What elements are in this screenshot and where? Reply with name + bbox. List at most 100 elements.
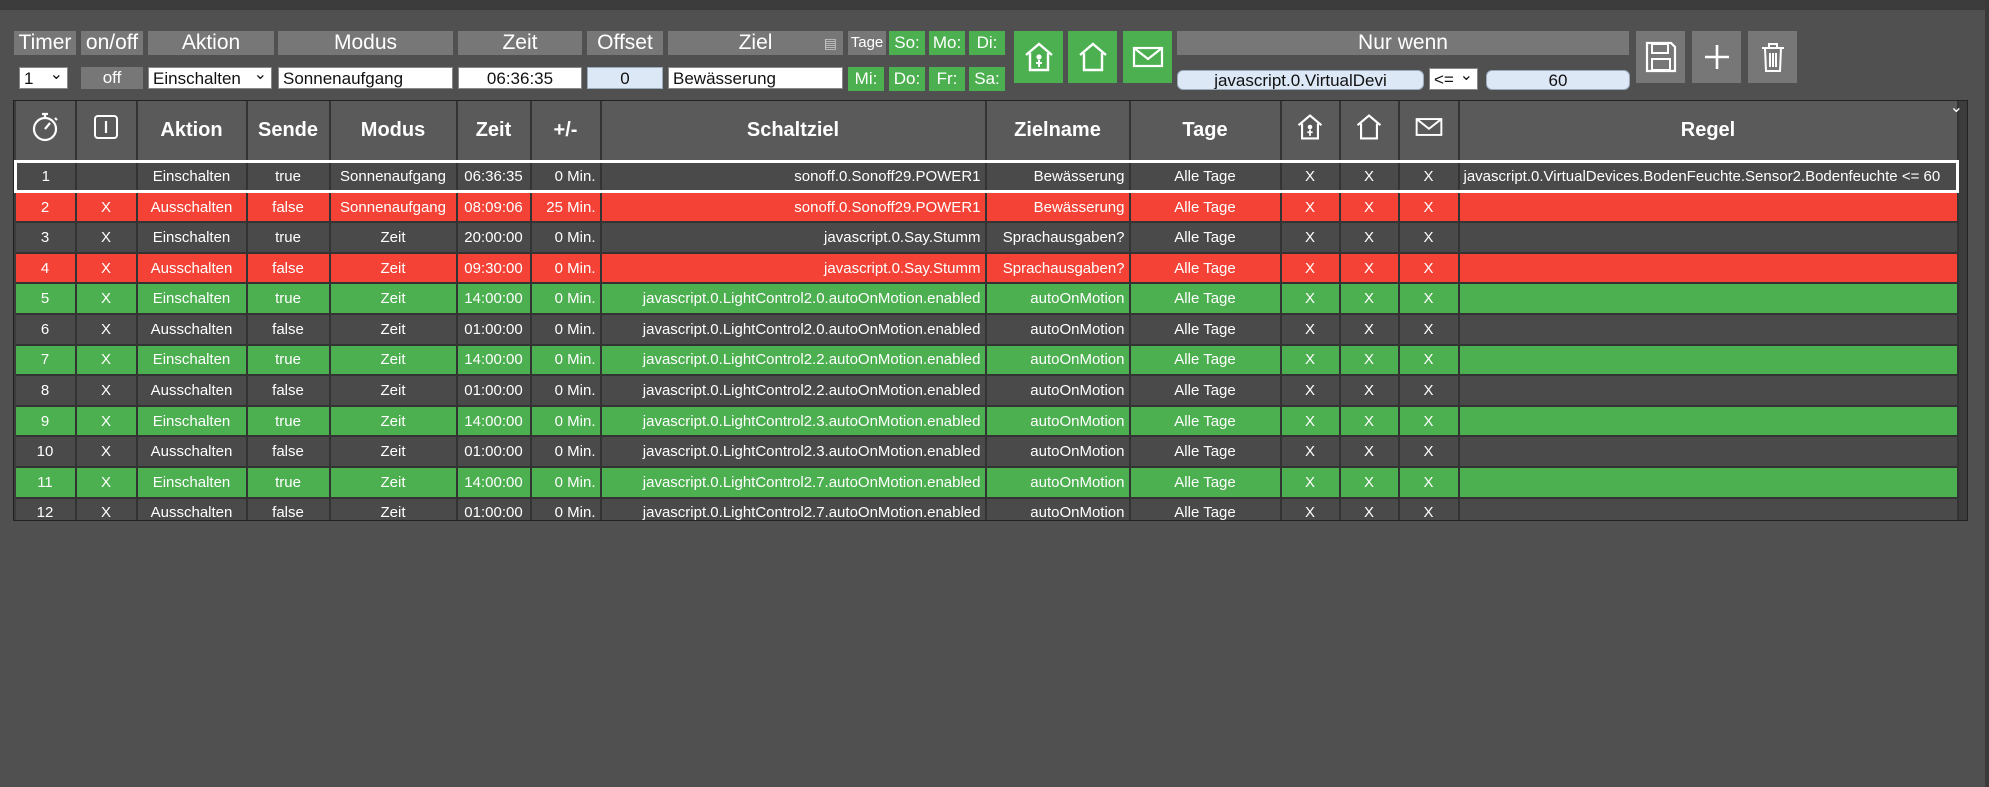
delete-button[interactable]	[1748, 31, 1797, 83]
table-cell: X	[1339, 497, 1400, 520]
day-fr-button[interactable]: Fr:	[929, 67, 965, 91]
table-cell: Alle Tage	[1129, 222, 1282, 254]
mail-icon	[1415, 118, 1442, 137]
col-offset: +/-	[530, 101, 602, 161]
table-cell: 20:00:00	[456, 222, 532, 254]
table-cell: Alle Tage	[1129, 497, 1282, 520]
table-cell: Alle Tage	[1129, 313, 1282, 346]
table-cell: X	[1339, 405, 1400, 438]
timer-header: Timer	[14, 31, 76, 55]
col-onoff	[75, 101, 138, 161]
table-cell: 0 Min.	[530, 313, 602, 346]
day-di-button[interactable]: Di:	[969, 31, 1005, 55]
table-cell: X	[75, 313, 138, 346]
table-cell: 01:00:00	[456, 313, 532, 346]
table-cell: javascript.0.LightControl2.2.autoOnMotio…	[600, 344, 987, 377]
table-cell: X	[75, 405, 138, 438]
operator-select-value: <=	[1434, 70, 1454, 89]
table-row[interactable]: 2 X Ausschalten false Sonnenaufgang 08:09:06 2…	[15, 191, 1959, 224]
table-cell: 0 Min.	[530, 466, 602, 499]
table-cell: X	[1280, 222, 1341, 254]
home-button[interactable]	[1068, 31, 1117, 83]
table-row[interactable]: 4 X Ausschalten false Zeit 09:30:00 0 Min. java…	[15, 252, 1959, 285]
aktion-select[interactable]: Einschalten	[148, 67, 272, 89]
day-so-button[interactable]: So:	[889, 31, 925, 55]
timer-select-value: 1	[24, 69, 34, 88]
table-cell: autoOnMotion	[985, 344, 1131, 377]
operator-select[interactable]: <=	[1429, 68, 1478, 90]
compare-value-input[interactable]: 60	[1486, 70, 1630, 90]
table-cell: Ausschalten	[136, 497, 248, 520]
home-person-button[interactable]	[1014, 31, 1063, 83]
table-cell: 14:00:00	[456, 344, 532, 377]
table-cell: X	[1398, 313, 1460, 346]
col-schaltziel: Schaltziel	[600, 101, 987, 161]
table-cell: X	[1280, 191, 1341, 224]
col-mail	[1398, 101, 1460, 161]
table-cell: javascript.0.LightControl2.0.autoOnMotio…	[600, 313, 987, 346]
table-cell: Einschalten	[136, 159, 248, 194]
list-icon[interactable]: ▤	[824, 31, 837, 55]
onoff-header: on/off	[81, 31, 143, 55]
timer-select[interactable]: 1	[19, 67, 68, 89]
table-cell: X	[75, 436, 138, 468]
table-row[interactable]: 5 X Einschalten true Zeit 14:00:00 0 Min. javas…	[15, 283, 1959, 315]
save-button[interactable]	[1636, 31, 1685, 83]
table-row[interactable]: 10 X Ausschalten false Zeit 01:00:00 0 Min. jav…	[15, 436, 1959, 468]
table-cell	[1458, 405, 1959, 438]
nur-wenn-field[interactable]: javascript.0.VirtualDevi	[1177, 70, 1424, 90]
top-border	[0, 0, 1989, 10]
modus-field[interactable]: Sonnenaufgang	[278, 67, 453, 89]
table-cell: 0 Min.	[530, 375, 602, 407]
table-row[interactable]: 11 X Einschalten true Zeit 14:00:00 0 Min. java…	[15, 466, 1959, 499]
table-cell: Alle Tage	[1129, 466, 1282, 499]
table-cell: Zeit	[329, 344, 458, 377]
table-cell: X	[1339, 466, 1400, 499]
table-cell: Alle Tage	[1129, 344, 1282, 377]
table-cell: Einschalten	[136, 344, 248, 377]
table-cell: 01:00:00	[456, 497, 532, 520]
table-row[interactable]: 6 X Ausschalten false Zeit 01:00:00 0 Min. java…	[15, 313, 1959, 346]
tage-label: Tage	[848, 31, 886, 55]
table-row[interactable]: 7 X Einschalten true Zeit 14:00:00 0 Min. javas…	[15, 344, 1959, 377]
table-cell	[1458, 252, 1959, 285]
table-cell: X	[1398, 405, 1460, 438]
table-row[interactable]: 12 X Ausschalten false Zeit 01:00:00 0 Min. jav…	[15, 497, 1959, 520]
ziel-field[interactable]: Bewässerung	[668, 67, 843, 89]
table-cell: autoOnMotion	[985, 375, 1131, 407]
table-cell: sonoff.0.Sonoff29.POWER1	[600, 191, 987, 224]
table-row[interactable]: 1 Einschalten true Sonnenaufgang 06:36:35 0 M…	[14, 159, 1959, 194]
zeit-field[interactable]: 06:36:35	[458, 67, 582, 89]
table-row[interactable]: 3 X Einschalten true Zeit 20:00:00 0 Min. javas…	[15, 222, 1959, 254]
onoff-button[interactable]: off	[81, 67, 143, 89]
add-button[interactable]	[1692, 31, 1741, 83]
table-cell: Sonnenaufgang	[329, 159, 458, 194]
table-cell: Zeit	[329, 436, 458, 468]
table-cell: true	[246, 344, 331, 377]
table-cell: X	[75, 222, 138, 254]
table-cell: Einschalten	[136, 405, 248, 438]
table-cell: X	[75, 466, 138, 499]
day-sa-button[interactable]: Sa:	[969, 67, 1005, 91]
table-cell: Einschalten	[136, 222, 248, 254]
table-cell: Sprachausgaben?	[985, 222, 1131, 254]
mail-button[interactable]	[1123, 31, 1172, 83]
table-cell: Zeit	[329, 375, 458, 407]
table-cell: X	[75, 375, 138, 407]
table-cell	[1458, 222, 1959, 254]
table-row[interactable]: 9 X Einschalten true Zeit 14:00:00 0 Min. javas…	[15, 405, 1959, 438]
table-cell: X	[75, 252, 138, 285]
table-cell: X	[1398, 344, 1460, 377]
day-do-button[interactable]: Do:	[889, 67, 925, 91]
table-cell: 10	[15, 436, 77, 468]
table-cell: X	[1398, 252, 1460, 285]
table-cell: 0 Min.	[530, 344, 602, 377]
table-cell: Ausschalten	[136, 313, 248, 346]
table-row[interactable]: 8 X Ausschalten false Zeit 01:00:00 0 Min. java…	[15, 375, 1959, 407]
day-mi-button[interactable]: Mi:	[848, 67, 884, 91]
day-mo-button[interactable]: Mo:	[929, 31, 965, 55]
table-cell: false	[246, 313, 331, 346]
table-cell: javascript.0.LightControl2.2.autoOnMotio…	[600, 375, 987, 407]
offset-input[interactable]: 0	[587, 67, 663, 89]
table-cell: Alle Tage	[1129, 159, 1282, 194]
